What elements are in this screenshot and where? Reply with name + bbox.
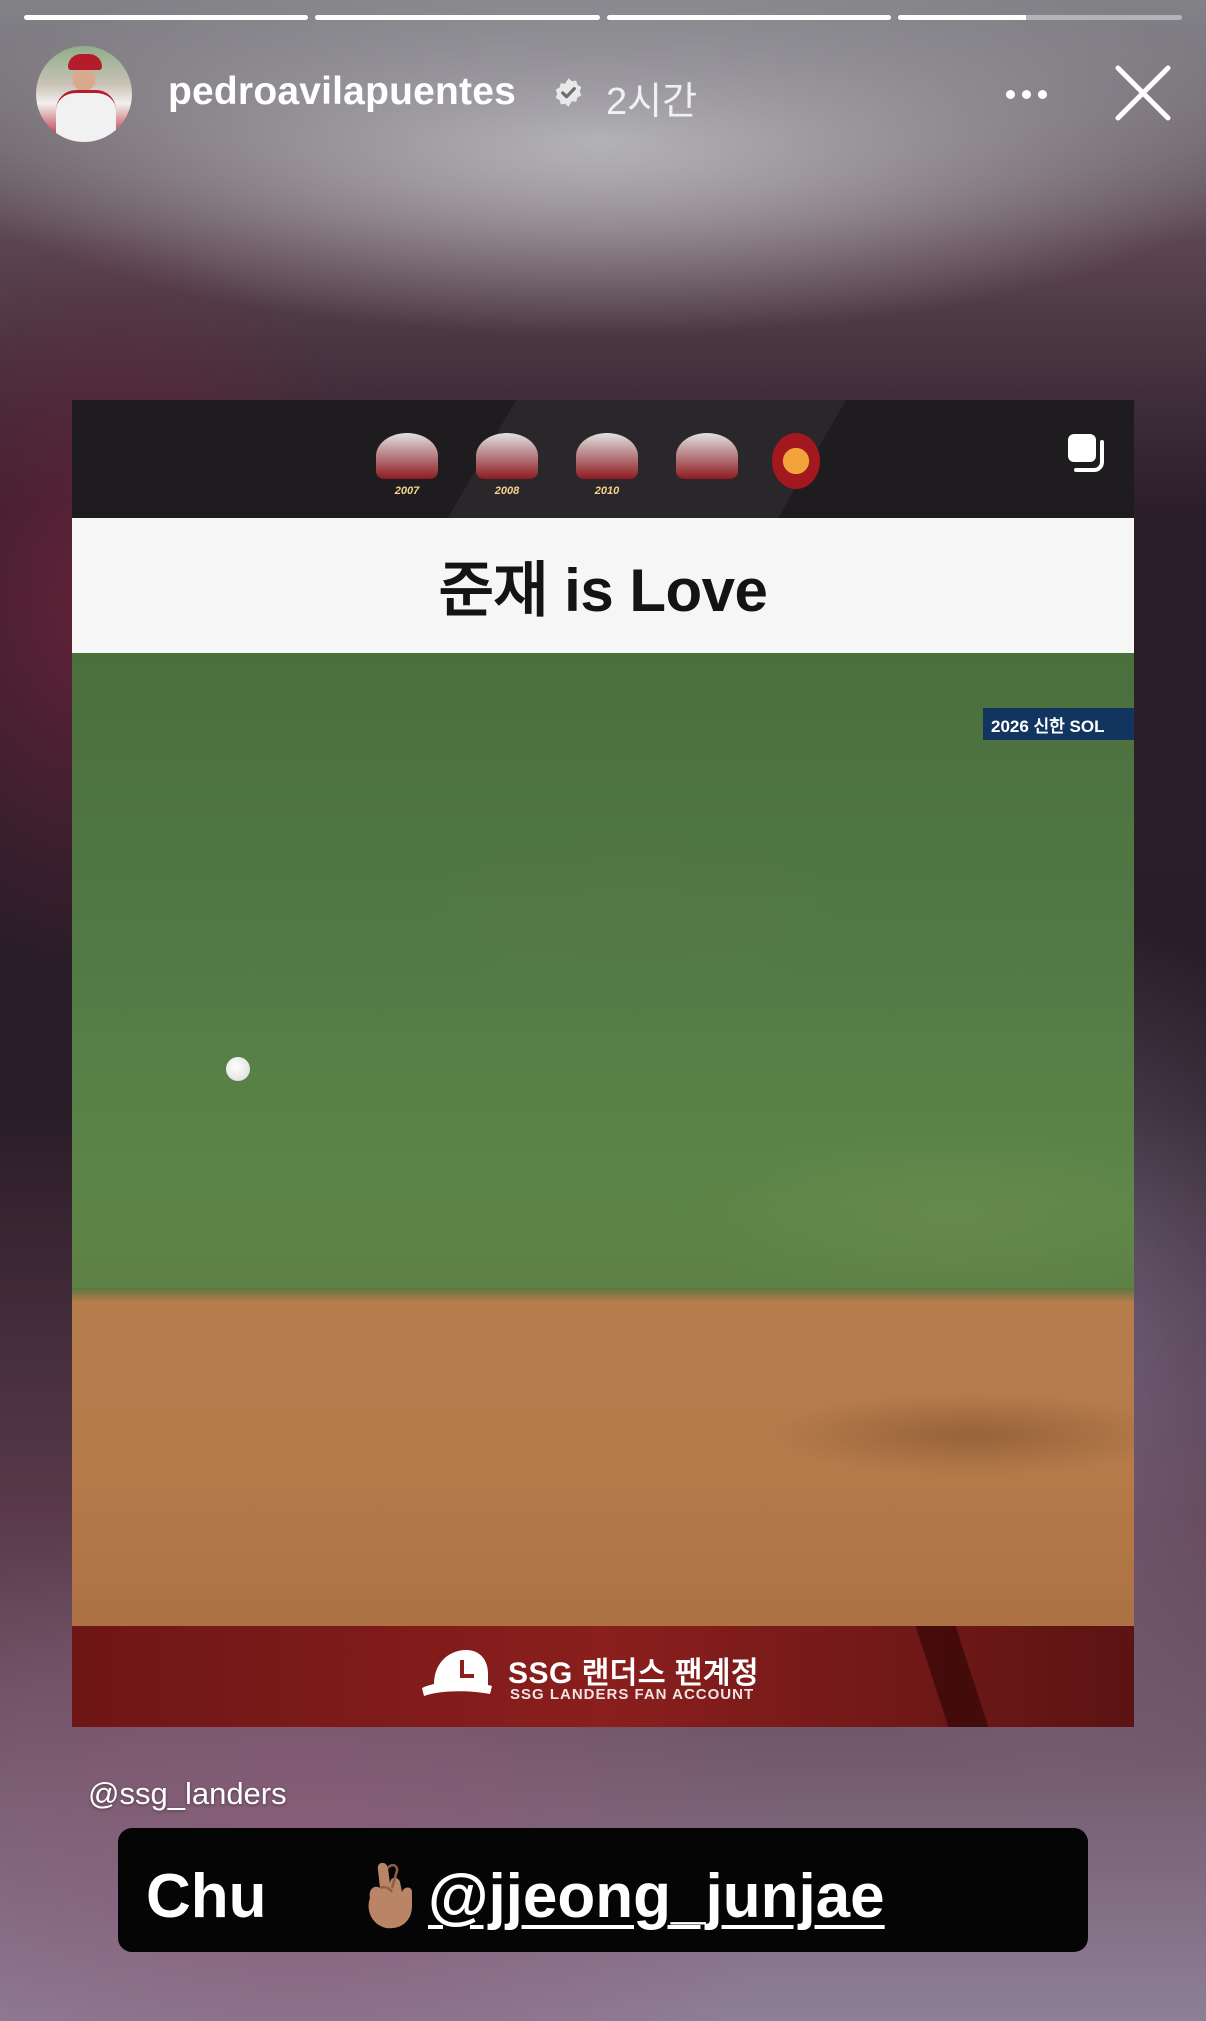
close-icon[interactable] — [1110, 60, 1176, 126]
story-progress-bar — [24, 15, 1182, 20]
caption-text: Chu — [146, 1862, 267, 1931]
championship-emblem: 2008 — [468, 427, 546, 497]
scoreboard-tag: 2026 신한 SOL — [983, 708, 1134, 740]
card-footer-banner: SSG 랜더스 팬계정 SSG LANDERS FAN ACCOUNT — [72, 1626, 1134, 1727]
profile-avatar[interactable] — [36, 46, 132, 142]
verified-badge-icon — [555, 78, 582, 107]
baseball — [226, 1057, 250, 1081]
championship-emblems: 2007 2008 2010 — [368, 422, 824, 502]
more-dots-icon[interactable] — [996, 76, 1056, 112]
top-gradient — [0, 0, 1206, 240]
cap-logo-icon — [422, 1650, 492, 1696]
username-link[interactable]: pedroavilapuentes — [168, 70, 516, 114]
post-timestamp: 2시간 — [606, 81, 698, 123]
shared-post-card[interactable]: 2007 2008 2010 준재 is Love 2026 신한 SOL SS… — [72, 400, 1134, 1727]
card-header-banner: 2007 2008 2010 — [72, 400, 1134, 518]
progress-segment — [897, 15, 1182, 20]
fingers-crossed-hand-icon: 🤞 — [368, 1862, 412, 1929]
championship-emblem — [668, 427, 746, 497]
progress-segment — [315, 15, 600, 20]
championship-emblem: 2010 — [568, 427, 646, 497]
caption-mention-link[interactable]: @jjeong_junjae — [428, 1862, 885, 1932]
fan-account-subtitle: SSG LANDERS FAN ACCOUNT — [510, 1686, 755, 1703]
source-mention[interactable]: @ssg_landers — [88, 1776, 287, 1812]
field-edge — [72, 1288, 1134, 1302]
video-frame-infield — [72, 1295, 1134, 1626]
progress-segment — [24, 15, 309, 20]
progress-segment — [606, 15, 891, 20]
championship-emblem: 2007 — [368, 427, 446, 497]
carousel-multi-icon — [1068, 434, 1104, 472]
post-title: 준재 is Love — [438, 557, 768, 624]
video-frame-field: 2026 신한 SOL — [72, 653, 1134, 1295]
championship-emblem — [768, 427, 824, 497]
post-title-bar: 준재 is Love — [72, 518, 1134, 653]
